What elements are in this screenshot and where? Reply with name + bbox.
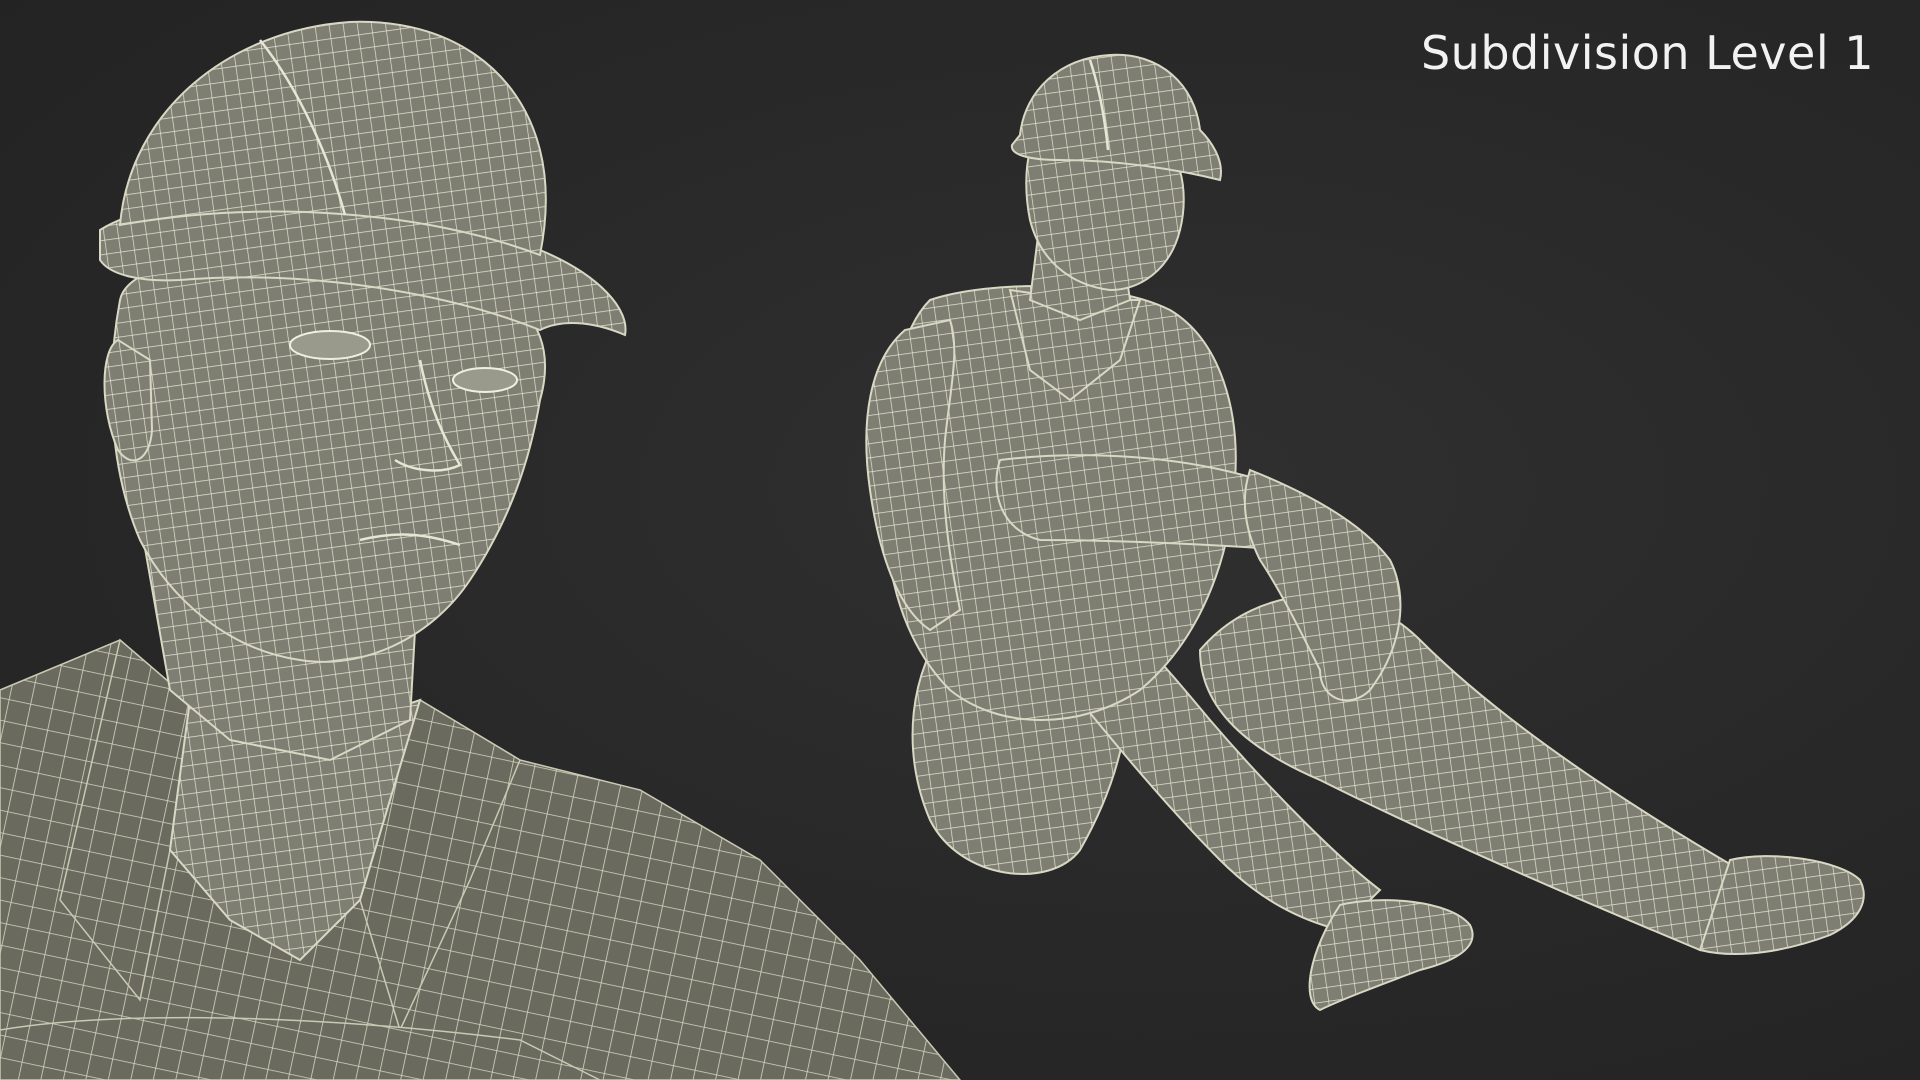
closeup-eye-left bbox=[289, 330, 371, 360]
seated-shoe-left bbox=[1308, 899, 1474, 1012]
render-stage: Subdivision Level 1 bbox=[0, 0, 1920, 1080]
subdivision-level-label: Subdivision Level 1 bbox=[1420, 26, 1874, 80]
full-body-seated-view bbox=[865, 53, 1865, 1012]
wireframe-render bbox=[0, 20, 1865, 1080]
closeup-ear bbox=[103, 338, 154, 462]
closeup-eye-right bbox=[452, 367, 518, 393]
closeup-head-view bbox=[0, 20, 961, 1080]
